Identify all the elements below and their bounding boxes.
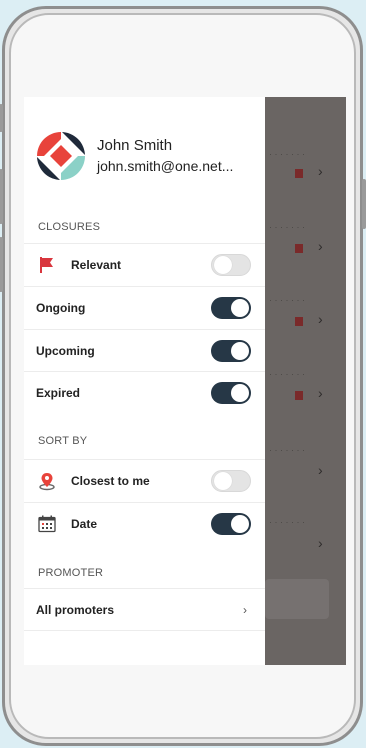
flag-icon	[36, 254, 58, 276]
date-label: Date	[71, 516, 98, 531]
power-button	[362, 179, 366, 229]
closest-to-me-toggle[interactable]	[211, 469, 251, 492]
user-name: John Smith	[97, 137, 173, 154]
sort-row-date: Date	[24, 502, 265, 544]
closures-heading: CLOSURES	[38, 221, 101, 233]
closures-row-upcoming: Upcoming	[24, 329, 265, 371]
closures-row-expired: Expired	[24, 371, 265, 413]
closures-row-relevant: Relevant	[24, 243, 265, 285]
user-email: john.smith@one.net...	[97, 158, 234, 174]
promoter-row-all[interactable]: All promoters ›	[24, 588, 265, 630]
sort-row-closest: Closest to me	[24, 459, 265, 501]
relevant-label: Relevant	[71, 257, 122, 272]
app-logo-avatar	[37, 132, 85, 180]
volume-down-button	[0, 237, 3, 292]
sort-by-heading: SORT BY	[38, 435, 88, 447]
drawer-backdrop[interactable]: · · · · · · · › · · · · · · · › · · · · …	[265, 97, 346, 665]
calendar-icon	[36, 513, 58, 535]
mute-switch	[0, 104, 3, 132]
expired-label: Expired	[36, 385, 81, 400]
ongoing-toggle[interactable]	[211, 296, 251, 319]
filter-drawer: John Smith john.smith@one.net... CLOSURE…	[24, 97, 265, 665]
location-pin-icon	[36, 470, 58, 492]
backdrop-button	[265, 579, 329, 619]
promoter-heading: PROMOTER	[38, 567, 104, 579]
date-toggle[interactable]	[211, 512, 251, 535]
expired-toggle[interactable]	[211, 381, 251, 404]
app-screen: · · · · · · · › · · · · · · · › · · · · …	[24, 97, 346, 665]
ongoing-label: Ongoing	[36, 300, 86, 315]
closest-to-me-label: Closest to me	[71, 473, 150, 488]
closures-row-ongoing: Ongoing	[24, 286, 265, 328]
volume-up-button	[0, 169, 3, 224]
upcoming-label: Upcoming	[36, 343, 95, 358]
all-promoters-label: All promoters	[36, 602, 115, 617]
relevant-toggle[interactable]	[211, 253, 251, 276]
upcoming-toggle[interactable]	[211, 339, 251, 362]
divider	[24, 630, 265, 631]
chevron-right-icon: ›	[243, 602, 247, 617]
